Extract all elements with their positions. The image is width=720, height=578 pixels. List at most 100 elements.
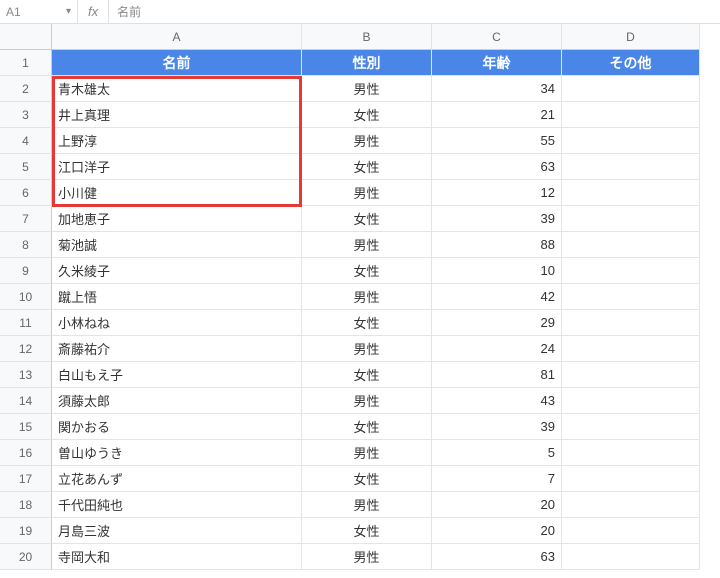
cell-other[interactable]: [562, 258, 700, 284]
row-header-12[interactable]: 12: [0, 336, 52, 362]
cell-other[interactable]: [562, 492, 700, 518]
cell-other[interactable]: [562, 180, 700, 206]
cell-other[interactable]: [562, 232, 700, 258]
row-header-11[interactable]: 11: [0, 310, 52, 336]
cell-gender[interactable]: 女性: [302, 414, 432, 440]
row-header-10[interactable]: 10: [0, 284, 52, 310]
cell-other[interactable]: [562, 102, 700, 128]
cell-other[interactable]: [562, 440, 700, 466]
row-header-7[interactable]: 7: [0, 206, 52, 232]
cell-other[interactable]: [562, 284, 700, 310]
cell-age[interactable]: 29: [432, 310, 562, 336]
cell-gender[interactable]: 男性: [302, 284, 432, 310]
cell-gender[interactable]: 女性: [302, 154, 432, 180]
column-header-c[interactable]: C: [432, 24, 562, 50]
cell-age[interactable]: 88: [432, 232, 562, 258]
cell-name[interactable]: 蹴上悟: [52, 284, 302, 310]
cell-other[interactable]: [562, 128, 700, 154]
cell-other[interactable]: [562, 206, 700, 232]
cell-other[interactable]: [562, 336, 700, 362]
select-all-corner[interactable]: [0, 24, 52, 50]
cell-age[interactable]: 55: [432, 128, 562, 154]
cell-other[interactable]: [562, 388, 700, 414]
chevron-down-icon[interactable]: ▾: [66, 6, 71, 17]
cell-age[interactable]: 81: [432, 362, 562, 388]
cell-age[interactable]: 39: [432, 206, 562, 232]
cell-name[interactable]: 立花あんず: [52, 466, 302, 492]
header-age[interactable]: 年齢: [432, 50, 562, 76]
cell-age[interactable]: 43: [432, 388, 562, 414]
cell-name[interactable]: 小林ねね: [52, 310, 302, 336]
column-header-b[interactable]: B: [302, 24, 432, 50]
cell-other[interactable]: [562, 518, 700, 544]
cell-name[interactable]: 青木雄太: [52, 76, 302, 102]
header-other[interactable]: その他: [562, 50, 700, 76]
cell-gender[interactable]: 男性: [302, 128, 432, 154]
cell-gender[interactable]: 男性: [302, 336, 432, 362]
row-header-4[interactable]: 4: [0, 128, 52, 154]
formula-input[interactable]: 名前: [109, 0, 720, 23]
cell-age[interactable]: 20: [432, 518, 562, 544]
row-header-3[interactable]: 3: [0, 102, 52, 128]
row-header-20[interactable]: 20: [0, 544, 52, 570]
cell-name[interactable]: 須藤太郎: [52, 388, 302, 414]
cell-name[interactable]: 加地恵子: [52, 206, 302, 232]
cell-age[interactable]: 42: [432, 284, 562, 310]
cell-age[interactable]: 34: [432, 76, 562, 102]
row-header-2[interactable]: 2: [0, 76, 52, 102]
row-header-19[interactable]: 19: [0, 518, 52, 544]
cell-name[interactable]: 小川健: [52, 180, 302, 206]
row-header-8[interactable]: 8: [0, 232, 52, 258]
cell-gender[interactable]: 女性: [302, 102, 432, 128]
column-header-d[interactable]: D: [562, 24, 700, 50]
cell-gender[interactable]: 男性: [302, 492, 432, 518]
cell-name[interactable]: 斎藤祐介: [52, 336, 302, 362]
cell-name[interactable]: 関かおる: [52, 414, 302, 440]
header-name[interactable]: 名前: [52, 50, 302, 76]
cell-other[interactable]: [562, 310, 700, 336]
cell-name[interactable]: 上野淳: [52, 128, 302, 154]
cell-gender[interactable]: 男性: [302, 440, 432, 466]
name-box[interactable]: A1 ▾: [0, 0, 78, 23]
cell-gender[interactable]: 女性: [302, 466, 432, 492]
cell-age[interactable]: 10: [432, 258, 562, 284]
cell-age[interactable]: 12: [432, 180, 562, 206]
cell-name[interactable]: 白山もえ子: [52, 362, 302, 388]
cell-name[interactable]: 江口洋子: [52, 154, 302, 180]
cell-name[interactable]: 曽山ゆうき: [52, 440, 302, 466]
cell-gender[interactable]: 女性: [302, 206, 432, 232]
row-header-13[interactable]: 13: [0, 362, 52, 388]
cell-gender[interactable]: 男性: [302, 544, 432, 570]
cell-age[interactable]: 5: [432, 440, 562, 466]
row-header-15[interactable]: 15: [0, 414, 52, 440]
column-header-a[interactable]: A: [52, 24, 302, 50]
cell-other[interactable]: [562, 414, 700, 440]
cell-name[interactable]: 菊池誠: [52, 232, 302, 258]
cell-other[interactable]: [562, 466, 700, 492]
cell-other[interactable]: [562, 76, 700, 102]
cell-gender[interactable]: 女性: [302, 518, 432, 544]
row-header-16[interactable]: 16: [0, 440, 52, 466]
cell-gender[interactable]: 男性: [302, 232, 432, 258]
cell-name[interactable]: 久米綾子: [52, 258, 302, 284]
spreadsheet-grid[interactable]: ABCD1名前性別年齢その他2青木雄太男性343井上真理女性214上野淳男性55…: [0, 24, 720, 570]
cell-gender[interactable]: 女性: [302, 362, 432, 388]
row-header-9[interactable]: 9: [0, 258, 52, 284]
cell-name[interactable]: 月島三波: [52, 518, 302, 544]
cell-name[interactable]: 寺岡大和: [52, 544, 302, 570]
cell-name[interactable]: 千代田純也: [52, 492, 302, 518]
cell-other[interactable]: [562, 362, 700, 388]
cell-gender[interactable]: 男性: [302, 76, 432, 102]
cell-age[interactable]: 24: [432, 336, 562, 362]
cell-gender[interactable]: 女性: [302, 310, 432, 336]
row-header-6[interactable]: 6: [0, 180, 52, 206]
row-header-17[interactable]: 17: [0, 466, 52, 492]
cell-gender[interactable]: 女性: [302, 258, 432, 284]
cell-gender[interactable]: 男性: [302, 388, 432, 414]
cell-age[interactable]: 20: [432, 492, 562, 518]
cell-age[interactable]: 7: [432, 466, 562, 492]
cell-age[interactable]: 21: [432, 102, 562, 128]
cell-age[interactable]: 39: [432, 414, 562, 440]
cell-other[interactable]: [562, 544, 700, 570]
row-header-18[interactable]: 18: [0, 492, 52, 518]
